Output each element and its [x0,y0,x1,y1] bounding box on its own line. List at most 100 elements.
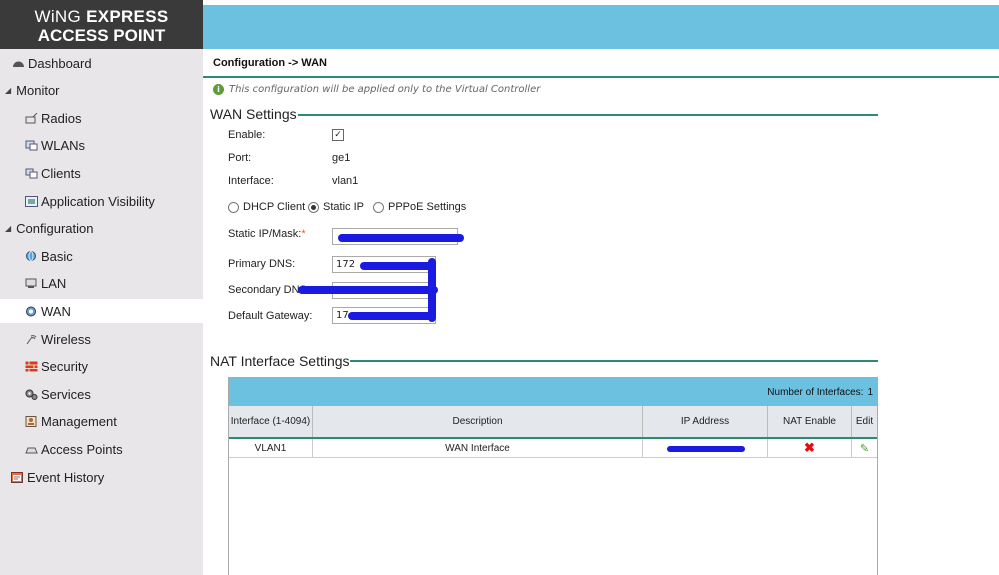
sidebar-item-label: Access Points [41,441,123,457]
enable-checkbox[interactable]: ✓ [332,129,344,141]
info-icon: i [213,84,224,95]
dashboard-icon [13,61,24,67]
redaction-mark [298,286,438,294]
interface-label: Interface: [228,175,274,187]
nat-settings-title: NAT Interface Settings [210,353,350,369]
brand-logo: WiNG EXPRESS ACCESS POINT [0,0,203,49]
info-note: i This configuration will be applied onl… [213,84,540,95]
mode-pppoe-radio[interactable]: PPPoE Settings [373,201,466,213]
sidebar-item-label: Application Visibility [41,193,155,209]
top-banner [203,5,999,49]
sidebar-item-event-history[interactable]: Event History [0,465,203,489]
brand-express: EXPRESS [86,7,169,26]
sidebar-item-application-visibility[interactable]: Application Visibility [0,189,203,213]
radio-label: DHCP Client [243,201,306,213]
sidebar-item-label: LAN [41,275,67,291]
wireless-icon [26,334,37,344]
radio-dot [373,201,384,213]
enable-label: Enable: [228,129,266,141]
clients-icon [25,168,38,178]
sidebar: Dashboard ◢ Monitor Radios WLANs Clients… [0,49,203,575]
sidebar-item-label: Security [41,358,88,374]
sidebar-item-dashboard[interactable]: Dashboard [0,51,203,75]
radio-dot [228,201,239,213]
redaction-mark [667,446,745,452]
sidebar-item-monitor[interactable]: ◢ Monitor [0,78,203,102]
default-gateway-label: Default Gateway: [228,310,313,322]
sidebar-item-label: Services [41,386,91,402]
brand-access-point: ACCESS POINT [37,26,166,45]
management-icon [25,415,37,427]
radio-label: Static IP [323,201,364,213]
table-row[interactable]: VLAN1 WAN Interface ✖ ✎ [229,439,877,458]
column-header-edit[interactable]: Edit [852,406,877,437]
mode-static-radio[interactable]: Static IP [308,201,364,213]
sidebar-item-label: Configuration [16,220,94,236]
expand-triangle-icon: ◢ [5,85,12,95]
column-header-interface[interactable]: Interface (1-4094) [229,406,313,437]
sidebar-item-label: Basic [41,248,73,264]
sidebar-item-wlans[interactable]: WLANs [0,133,203,157]
sidebar-item-security[interactable]: Security [0,354,203,378]
sidebar-item-radios[interactable]: Radios [0,106,203,130]
sidebar-item-management[interactable]: Management [0,409,203,433]
interface-count-value: 1 [867,386,873,398]
app-visibility-icon [25,195,38,207]
gears-icon [25,389,38,400]
column-header-nat-enable[interactable]: NAT Enable [768,406,852,437]
sidebar-item-label: Radios [41,110,82,126]
breadcrumb-divider [203,76,999,78]
static-ip-label: Static IP/Mask:* [228,228,306,240]
wlan-icon [25,140,38,150]
mode-dhcp-radio[interactable]: DHCP Client [228,201,305,213]
sidebar-item-label: Clients [41,165,81,181]
sidebar-item-label: Management [41,413,117,429]
wan-settings-divider [298,114,878,116]
interface-count-label: Number of Interfaces: [767,386,864,398]
sidebar-item-wireless[interactable]: Wireless [0,327,203,351]
sidebar-item-configuration[interactable]: ◢ Configuration [0,216,203,240]
column-header-description[interactable]: Description [313,406,643,437]
radio-icon [25,112,38,123]
cell-interface: VLAN1 [229,439,313,457]
sidebar-item-clients[interactable]: Clients [0,161,203,185]
sidebar-item-label: Wireless [41,331,91,347]
cell-nat-enable: ✖ [768,439,852,457]
radio-dot-selected [308,201,319,213]
redaction-mark [360,262,436,270]
info-note-text: This configuration will be applied only … [229,84,541,95]
disabled-x-icon: ✖ [804,440,815,455]
sidebar-item-label: WLANs [41,137,86,153]
sidebar-item-wan[interactable]: WAN [0,299,203,323]
cell-edit[interactable]: ✎ [852,439,877,457]
sidebar-item-label: Event History [27,469,105,485]
edit-pencil-icon[interactable]: ✎ [860,442,869,455]
redaction-mark [348,312,434,320]
redaction-mark [338,234,464,242]
brand-wing: WiNG [34,7,82,26]
primary-dns-label: Primary DNS: [228,258,296,270]
access-point-icon [25,447,38,453]
port-label: Port: [228,152,252,164]
event-history-icon [11,471,23,483]
nat-table-toolbar: Number of Interfaces: 1 [229,378,877,406]
nat-table-header: Interface (1-4094) Description IP Addres… [229,406,877,439]
breadcrumb: Configuration -> WAN [213,57,327,69]
sidebar-item-access-points[interactable]: Access Points [0,437,203,461]
sidebar-item-label: WAN [41,303,71,319]
static-ip-label-text: Static IP/Mask: [228,228,302,240]
expand-triangle-icon: ◢ [5,223,12,233]
wan-settings-title: WAN Settings [210,106,297,122]
column-header-ip-address[interactable]: IP Address [643,406,768,437]
port-value: ge1 [332,152,351,164]
interface-value: vlan1 [332,175,359,187]
sidebar-item-label: Monitor [16,82,60,98]
sidebar-item-lan[interactable]: LAN [0,271,203,295]
required-mark: * [301,228,306,240]
globe-icon [26,250,36,261]
cell-ip-address [643,439,768,457]
sidebar-item-basic[interactable]: Basic [0,244,203,268]
wan-icon [26,306,36,316]
radio-label: PPPoE Settings [388,201,467,213]
sidebar-item-services[interactable]: Services [0,382,203,406]
